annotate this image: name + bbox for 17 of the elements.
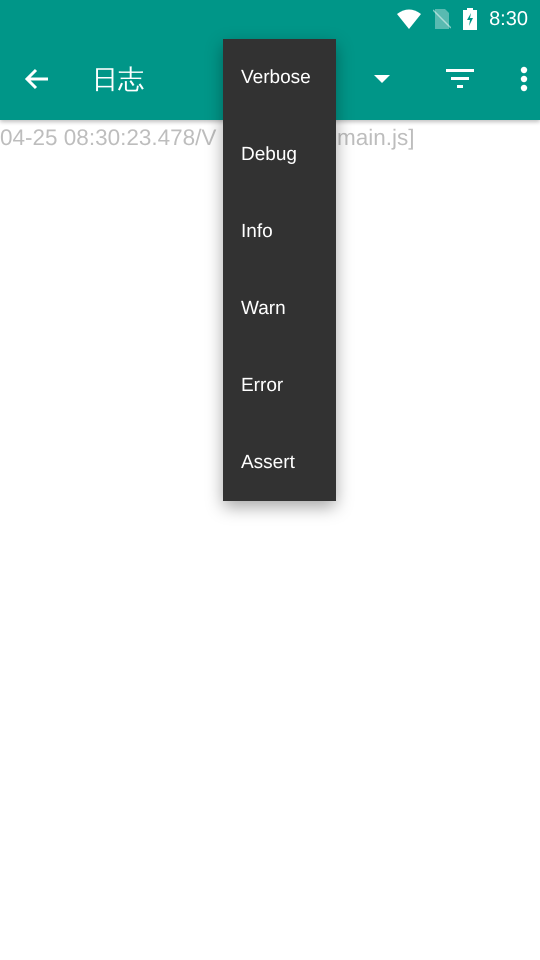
menu-item[interactable]: Assert [223,424,336,501]
menu-item[interactable]: Info [223,193,336,270]
menu-item[interactable]: Verbose [223,39,336,116]
battery-charging-icon [463,8,478,30]
menu-item[interactable]: Warn [223,270,336,347]
toolbar-title: 日志 [92,62,144,96]
no-sim-icon [433,9,452,29]
menu-item[interactable]: Debug [223,116,336,193]
log-text: main.js] [337,125,415,151]
more-options-icon[interactable] [520,66,528,92]
status-time: 8:30 [489,8,528,30]
filter-icon[interactable] [446,69,474,89]
dropdown-caret-icon[interactable] [374,75,390,83]
wifi-icon [397,9,422,29]
log-text: 04-25 08:30:23.478/V [0,125,216,151]
back-icon[interactable] [24,67,50,91]
menu-item[interactable]: Error [223,347,336,424]
